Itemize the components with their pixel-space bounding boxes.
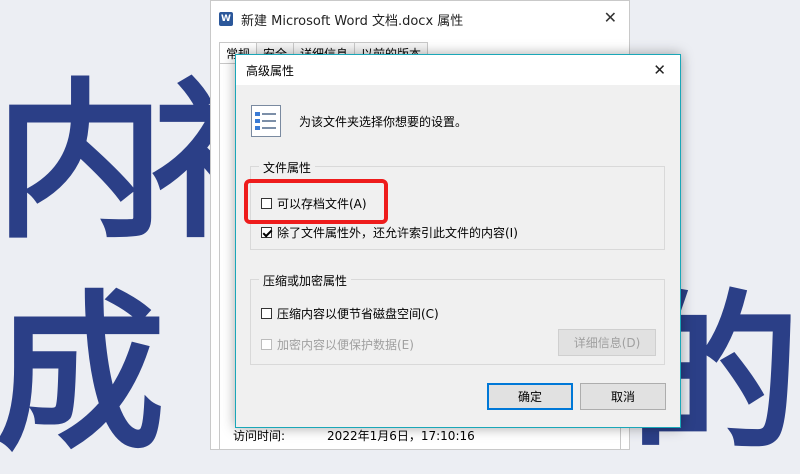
word-icon: W bbox=[219, 12, 233, 26]
settings-document-icon bbox=[251, 105, 281, 137]
dialog-header: 为该文件夹选择你想要的设置。 bbox=[251, 105, 467, 137]
dialog-close-icon[interactable]: ✕ bbox=[653, 61, 666, 79]
encrypt-option: 加密内容以便保护数据(E) bbox=[261, 336, 414, 353]
access-time-row: 访问时间: 2022年1月6日，17:10:16 bbox=[233, 427, 475, 444]
details-button: 详细信息(D) bbox=[558, 329, 656, 356]
advanced-attributes-dialog: 高级属性 ✕ 为该文件夹选择你想要的设置。 文件属性 可以存档文件(A) 除了文… bbox=[235, 54, 681, 428]
encrypt-checkbox bbox=[261, 339, 272, 350]
dialog-title: 高级属性 bbox=[246, 63, 295, 78]
dialog-description: 为该文件夹选择你想要的设置。 bbox=[299, 114, 468, 129]
index-label: 除了文件属性外，还允许索引此文件的内容(I) bbox=[277, 226, 518, 240]
compress-option[interactable]: 压缩内容以便节省磁盘空间(C) bbox=[261, 305, 439, 322]
encrypt-label: 加密内容以便保护数据(E) bbox=[277, 338, 414, 352]
index-option[interactable]: 除了文件属性外，还允许索引此文件的内容(I) bbox=[261, 224, 518, 241]
compress-encrypt-group: 压缩或加密属性 压缩内容以便节省磁盘空间(C) 加密内容以便保护数据(E) 详细… bbox=[250, 272, 665, 365]
access-time-label: 访问时间: bbox=[233, 429, 286, 443]
background-char-1: 内 bbox=[0, 64, 166, 262]
background-char-3: 成 bbox=[0, 276, 166, 474]
ok-button[interactable]: 确定 bbox=[487, 383, 573, 410]
highlight-box bbox=[244, 179, 388, 224]
access-time-value: 2022年1月6日，17:10:16 bbox=[327, 429, 475, 443]
file-attributes-title: 文件属性 bbox=[259, 159, 316, 176]
compress-checkbox[interactable] bbox=[261, 308, 272, 319]
properties-close-icon[interactable]: ✕ bbox=[604, 8, 617, 27]
compress-encrypt-title: 压缩或加密属性 bbox=[259, 272, 352, 289]
properties-title: 新建 Microsoft Word 文档.docx 属性 bbox=[241, 13, 464, 29]
properties-titlebar: W 新建 Microsoft Word 文档.docx 属性 bbox=[211, 1, 629, 37]
index-checkbox[interactable] bbox=[261, 227, 272, 238]
dialog-titlebar: 高级属性 ✕ bbox=[236, 55, 680, 85]
cancel-button[interactable]: 取消 bbox=[580, 383, 666, 410]
compress-label: 压缩内容以便节省磁盘空间(C) bbox=[277, 307, 439, 321]
